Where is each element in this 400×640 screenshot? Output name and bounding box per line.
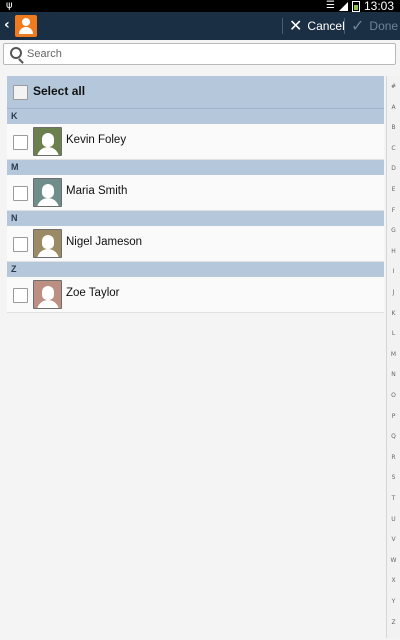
section-letter: M (11, 162, 19, 172)
usb-icon: ψ (6, 0, 13, 11)
action-divider (344, 18, 345, 34)
contact-name: Nigel Jameson (66, 236, 143, 248)
status-bar: ψ ☰ 13:03 (0, 0, 400, 12)
search-bar (0, 40, 400, 70)
avatar (33, 178, 62, 207)
index-letter[interactable]: U (387, 516, 400, 523)
section-letter: Z (11, 264, 17, 274)
section-letter: N (11, 213, 18, 223)
index-letter[interactable]: A (387, 104, 400, 111)
status-time: 13:03 (363, 0, 394, 13)
search-box[interactable] (3, 43, 396, 65)
index-letter[interactable]: Y (387, 598, 400, 605)
index-letter[interactable]: B (387, 124, 400, 131)
alphabet-index[interactable]: # A B C D E F G H I J K L M N O P Q R S T U V W X Y Z (386, 76, 400, 638)
contact-checkbox[interactable] (13, 237, 28, 252)
avatar (33, 229, 62, 258)
index-letter[interactable]: S (387, 474, 400, 481)
close-icon: ✕ (289, 18, 303, 35)
back-arrow-icon[interactable]: ‹ (4, 17, 10, 33)
section-header: K (7, 109, 384, 124)
contact-name: Maria Smith (66, 185, 128, 197)
search-icon (10, 47, 22, 59)
action-divider (282, 18, 283, 34)
done-label: Done (369, 19, 399, 33)
contacts-app-icon[interactable] (15, 15, 37, 37)
index-letter[interactable]: E (387, 186, 400, 193)
index-letter[interactable]: R (387, 454, 400, 461)
signal-icon (338, 1, 348, 11)
index-letter[interactable]: O (387, 392, 400, 399)
select-all-row[interactable]: Select all (7, 76, 384, 109)
index-letter[interactable]: P (387, 413, 400, 420)
select-all-label: Select all (33, 84, 86, 98)
index-letter[interactable]: G (387, 227, 400, 234)
status-icons: ☰ 13:03 (326, 0, 394, 12)
contact-checkbox[interactable] (13, 135, 28, 150)
index-letter[interactable]: X (387, 577, 400, 584)
index-letter[interactable]: T (387, 495, 400, 502)
contact-list: Select all K Kevin Foley M Maria Smith N… (7, 76, 384, 313)
index-letter[interactable]: M (387, 351, 400, 358)
action-bar: ‹ ✕ Cancel ✓ Done (0, 12, 400, 40)
section-header: M (7, 160, 384, 175)
check-icon: ✓ (351, 18, 365, 35)
section-header: N (7, 211, 384, 226)
index-letter[interactable]: H (387, 248, 400, 255)
contact-row[interactable]: Nigel Jameson (7, 226, 384, 262)
battery-icon (351, 0, 360, 12)
index-letter[interactable]: Q (387, 433, 400, 440)
cancel-button[interactable]: ✕ Cancel (289, 12, 345, 40)
section-letter: K (11, 111, 18, 121)
contact-checkbox[interactable] (13, 186, 28, 201)
avatar (33, 127, 62, 156)
section-header: Z (7, 262, 384, 277)
select-all-checkbox[interactable] (13, 85, 28, 100)
contact-row[interactable]: Kevin Foley (7, 124, 384, 160)
index-letter[interactable]: L (387, 330, 400, 337)
search-input[interactable] (27, 45, 387, 63)
done-button[interactable]: ✓ Done (351, 12, 398, 40)
index-letter[interactable]: W (387, 557, 400, 564)
index-letter[interactable]: # (387, 83, 400, 90)
index-letter[interactable]: I (387, 268, 400, 275)
index-letter[interactable]: Z (387, 619, 400, 626)
contact-checkbox[interactable] (13, 288, 28, 303)
wifi-icon: ☰ (326, 0, 335, 11)
index-letter[interactable]: K (387, 310, 400, 317)
avatar (33, 280, 62, 309)
contact-name: Zoe Taylor (66, 287, 120, 299)
index-letter[interactable]: J (387, 289, 400, 296)
index-letter[interactable]: D (387, 165, 400, 172)
contact-name: Kevin Foley (66, 134, 127, 146)
contact-row[interactable]: Zoe Taylor (7, 277, 384, 313)
cancel-label: Cancel (307, 19, 345, 33)
index-letter[interactable]: N (387, 371, 400, 378)
contact-row[interactable]: Maria Smith (7, 175, 384, 211)
index-letter[interactable]: V (387, 536, 400, 543)
index-letter[interactable]: C (387, 145, 400, 152)
index-letter[interactable]: F (387, 207, 400, 214)
